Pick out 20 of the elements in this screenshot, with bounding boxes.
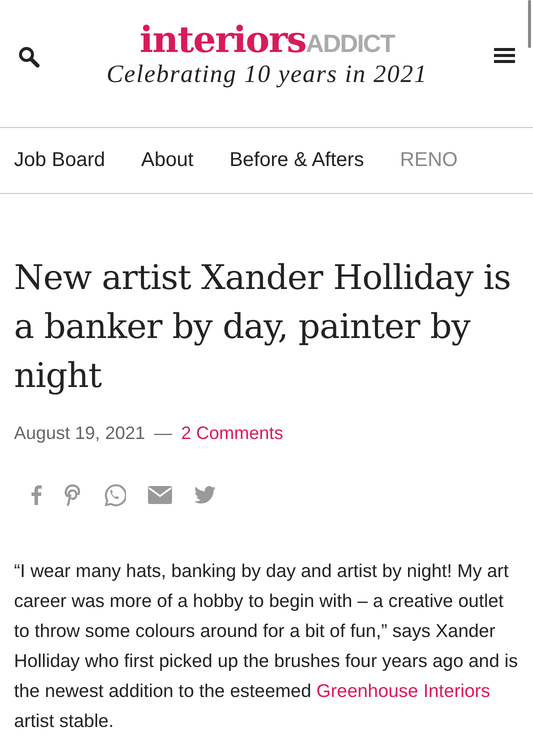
email-icon[interactable]	[148, 486, 172, 504]
nav-link[interactable]: Before & Afters	[229, 149, 364, 172]
greenhouse-link[interactable]: Greenhouse Interiors	[316, 680, 490, 701]
nav-link[interactable]: RENO	[400, 149, 458, 172]
facebook-icon[interactable]	[30, 485, 42, 505]
search-icon[interactable]	[18, 46, 40, 68]
pinterest-icon[interactable]	[64, 484, 80, 506]
tagline: Celebrating 10 years in 2021	[106, 61, 428, 89]
nav-link[interactable]: About	[141, 149, 194, 172]
article-title: New artist Xander Holliday is a banker by day, painter by night	[14, 257, 512, 398]
menu-icon[interactable]	[494, 47, 515, 64]
post-date: August 19, 2021	[14, 423, 146, 444]
article-paragraph: “I wear many hats, banking by day and artist by night! My art career was more of a hobby to begin with – a creative outlet to throw some colours around for a bit of fun,” says Xander Holliday who first picked up the brushes four years ago and is the newest addition to the esteemed Greenhouse Interiors artist stable.	[14, 559, 519, 733]
logo-subword: ADDICT	[306, 30, 394, 59]
nav-link[interactable]: Job Board	[14, 149, 106, 172]
logo-wordmark[interactable]: interiors	[140, 22, 306, 58]
comments-link[interactable]: 2 Comments	[181, 423, 284, 444]
separator-dash: —	[154, 423, 172, 444]
twitter-icon[interactable]	[194, 486, 216, 504]
whatsapp-icon[interactable]	[102, 483, 126, 507]
